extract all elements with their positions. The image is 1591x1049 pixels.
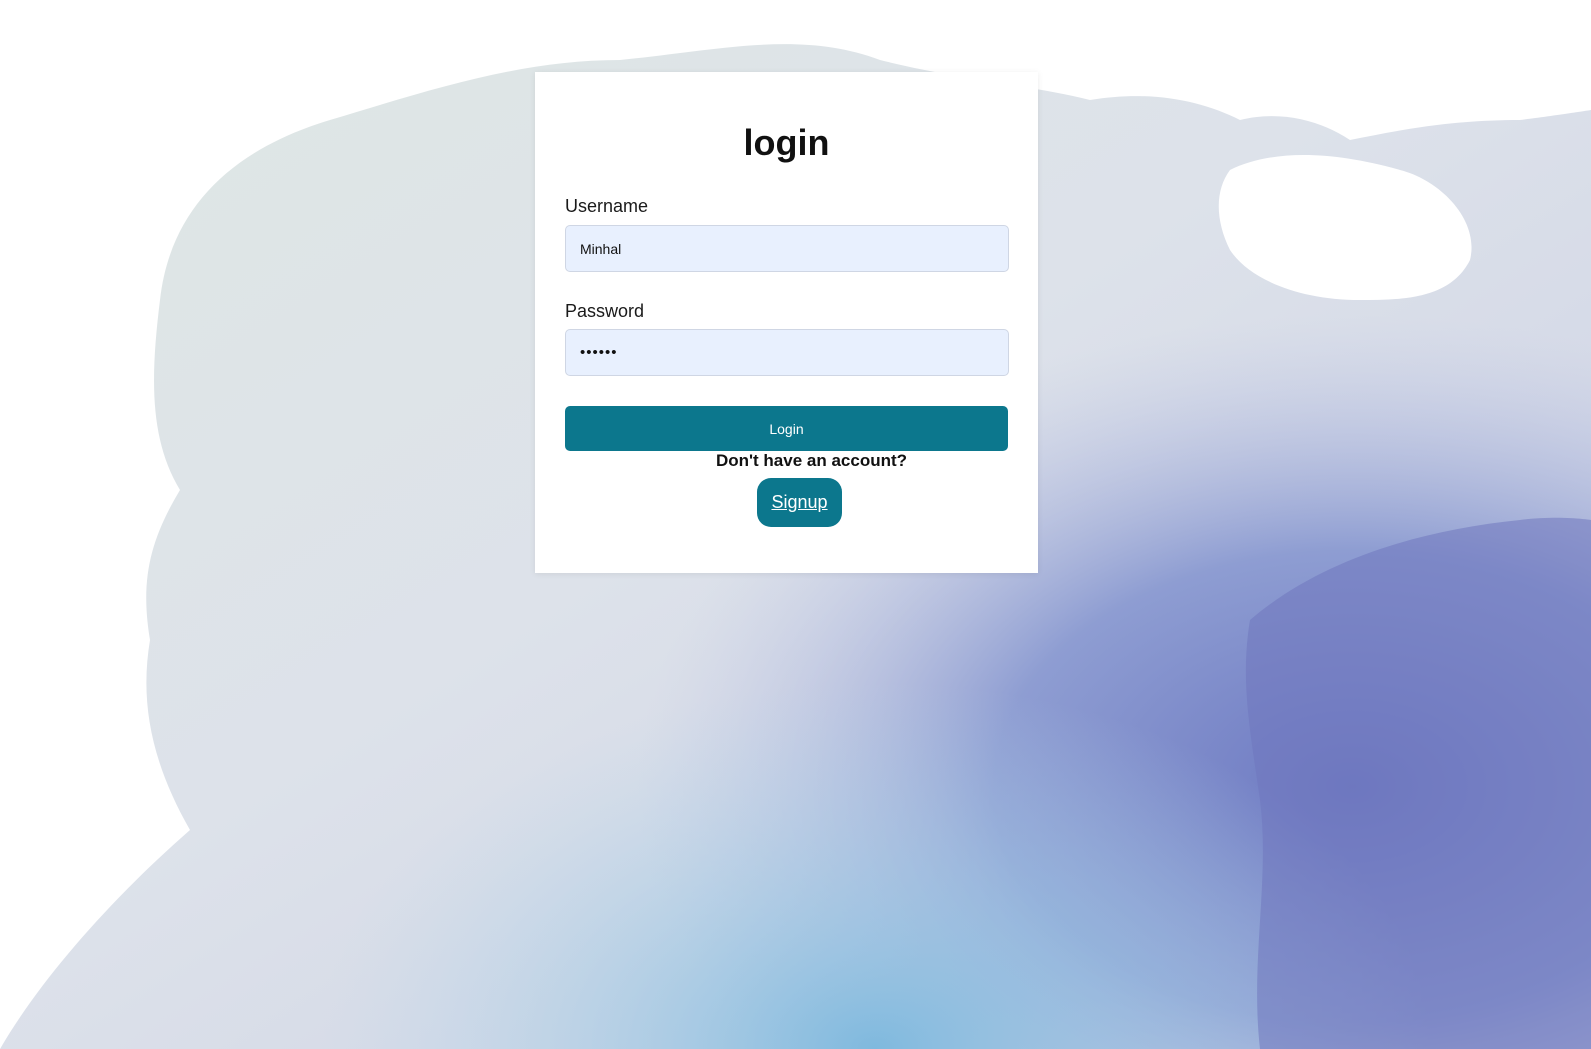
no-account-text: Don't have an account? — [715, 451, 908, 470]
password-label: Password — [565, 301, 645, 321]
page-title: login — [743, 122, 830, 163]
login-card: login Username Password Login Don't have… — [535, 72, 1038, 573]
login-button[interactable]: Login — [565, 406, 1008, 451]
username-label: Username — [565, 196, 649, 216]
signup-button[interactable]: Signup — [757, 478, 842, 527]
username-input[interactable] — [565, 225, 1009, 272]
password-input[interactable] — [565, 329, 1009, 376]
